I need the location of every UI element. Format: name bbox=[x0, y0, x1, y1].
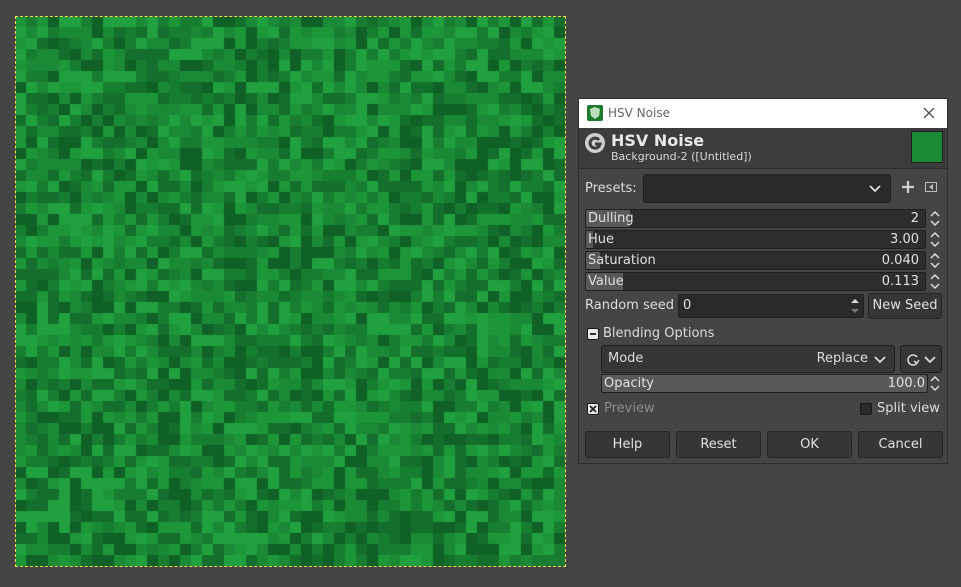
add-preset-icon[interactable] bbox=[899, 180, 917, 198]
random-seed-input[interactable]: 0 bbox=[678, 294, 864, 318]
hue-slider[interactable]: Hue 3.00 bbox=[585, 230, 926, 249]
random-seed-label: Random seed bbox=[585, 298, 674, 313]
composite-mode-icon bbox=[907, 354, 920, 366]
dulling-slider[interactable]: Dulling 2 bbox=[585, 209, 926, 228]
preset-menu-icon[interactable] bbox=[922, 180, 940, 198]
preview-label: Preview bbox=[604, 401, 655, 416]
opacity-value: 100.0 bbox=[887, 376, 925, 391]
composite-mode-combo[interactable] bbox=[900, 345, 942, 373]
new-seed-button[interactable]: New Seed bbox=[868, 293, 942, 319]
value-spin-arrows-icon[interactable] bbox=[929, 272, 941, 291]
dialog-header: HSV Noise Background-2 ([Untitled]) bbox=[579, 128, 947, 169]
blending-expander-icon[interactable] bbox=[587, 328, 599, 340]
presets-combo[interactable] bbox=[643, 174, 891, 203]
dulling-label: Dulling bbox=[588, 211, 634, 226]
dulling-spin-arrows-icon[interactable] bbox=[929, 209, 941, 228]
preview-color-swatch bbox=[911, 131, 943, 163]
window-title: HSV Noise bbox=[608, 106, 670, 120]
close-icon[interactable] bbox=[919, 103, 939, 123]
value-value: 0.113 bbox=[881, 274, 919, 289]
blending-options-label: Blending Options bbox=[603, 326, 715, 341]
gimp-g-icon bbox=[584, 132, 606, 154]
hue-value: 3.00 bbox=[890, 232, 919, 247]
presets-label: Presets: bbox=[585, 181, 637, 196]
gimp-app-icon bbox=[587, 105, 603, 121]
image-canvas[interactable] bbox=[15, 16, 566, 567]
chevron-down-icon bbox=[924, 356, 936, 364]
value-slider[interactable]: Value 0.113 bbox=[585, 272, 926, 291]
dulling-value: 2 bbox=[910, 211, 919, 226]
value-label: Value bbox=[588, 274, 624, 289]
mode-combo[interactable]: Mode Replace bbox=[601, 345, 895, 373]
saturation-label: Saturation bbox=[588, 253, 656, 268]
opacity-label: Opacity bbox=[604, 376, 655, 391]
reset-button[interactable]: Reset bbox=[676, 431, 761, 458]
header-title: HSV Noise bbox=[611, 131, 705, 150]
saturation-spin-arrows-icon[interactable] bbox=[929, 251, 941, 270]
opacity-slider[interactable]: Opacity 100.0 bbox=[601, 374, 928, 393]
header-subtitle: Background-2 ([Untitled]) bbox=[611, 150, 752, 163]
mode-label: Mode bbox=[608, 351, 644, 366]
hue-spin-arrows-icon[interactable] bbox=[929, 230, 941, 249]
chevron-down-icon bbox=[874, 356, 886, 364]
split-view-label: Split view bbox=[877, 401, 940, 416]
cancel-button[interactable]: Cancel bbox=[858, 431, 943, 458]
help-button[interactable]: Help bbox=[585, 431, 670, 458]
preview-checkbox[interactable] bbox=[587, 403, 599, 415]
seed-spin-arrows-icon[interactable] bbox=[850, 296, 860, 316]
chevron-down-icon bbox=[869, 185, 881, 193]
noise-image[interactable] bbox=[16, 17, 565, 566]
saturation-slider[interactable]: Saturation 0.040 bbox=[585, 251, 926, 270]
mode-value: Replace bbox=[816, 351, 868, 366]
opacity-spin-arrows-icon[interactable] bbox=[929, 374, 941, 393]
ok-button[interactable]: OK bbox=[767, 431, 852, 458]
hue-label: Hue bbox=[588, 232, 615, 247]
hsv-noise-dialog: HSV Noise HSV Noise Background-2 ([Untit… bbox=[578, 98, 948, 464]
saturation-value: 0.040 bbox=[881, 253, 919, 268]
split-view-checkbox[interactable] bbox=[860, 403, 872, 415]
dialog-titlebar[interactable]: HSV Noise bbox=[579, 99, 947, 128]
random-seed-value: 0 bbox=[683, 298, 692, 313]
